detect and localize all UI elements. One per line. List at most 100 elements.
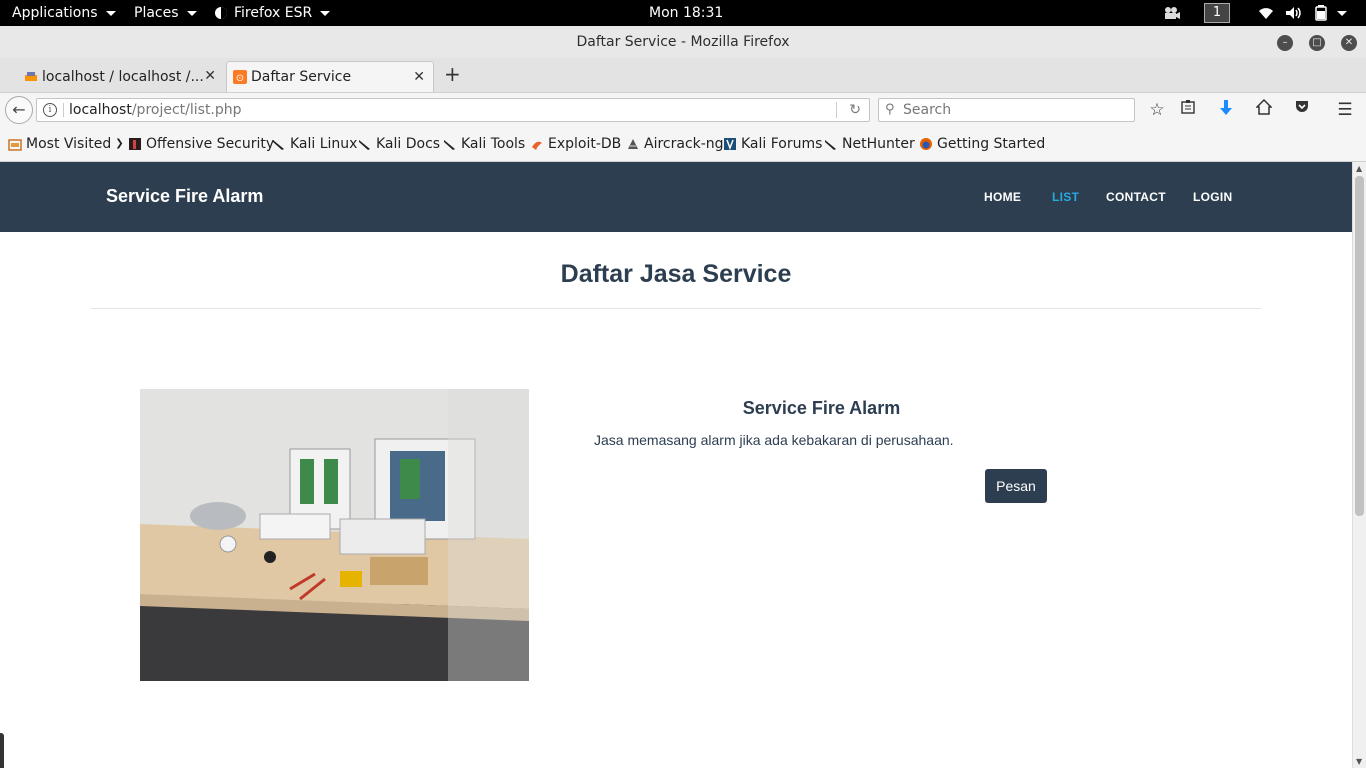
nav-contact[interactable]: CONTACT — [1106, 190, 1166, 204]
service-description: Jasa memasang alarm jika ada kebakaran d… — [594, 432, 954, 448]
workspace-indicator[interactable]: 1 — [1204, 3, 1230, 23]
scrollbar-thumb[interactable] — [1355, 176, 1364, 516]
bookmark-kali-docs[interactable]: Kali Docs — [358, 135, 440, 153]
clock-label: Mon 18:31 — [649, 5, 724, 21]
bookmark-label: Offensive Security — [146, 136, 275, 152]
bookmark-label: Kali Docs — [376, 136, 441, 152]
nav-login[interactable]: LOGIN — [1193, 190, 1233, 204]
pesan-button[interactable]: Pesan — [985, 469, 1047, 503]
chevron-down-icon — [105, 10, 116, 16]
kali-dragon-icon — [825, 140, 836, 150]
close-tab-icon[interactable]: ✕ — [204, 68, 216, 84]
firefox-icon — [920, 138, 932, 150]
window-title-bar: Daftar Service - Mozilla Firefox – □ ✕ — [0, 26, 1366, 58]
tab-daftar-service[interactable]: ⊙ Daftar Service ✕ — [226, 61, 434, 92]
tab-label: localhost / localhost /... — [42, 68, 204, 85]
offsec-icon — [129, 138, 141, 150]
hamburger-menu-icon[interactable]: ☰ — [1334, 99, 1356, 121]
bookmark-kali-forums[interactable]: Kali Forums — [723, 135, 822, 153]
bookmark-label: Kali Linux — [290, 136, 358, 152]
tab-strip: localhost / localhost /... ✕ ⊙ Daftar Se… — [0, 58, 1366, 92]
bookmark-getting-started[interactable]: Getting Started — [919, 135, 1045, 153]
url-path: /project/list.php — [131, 102, 242, 118]
kali-dragon-icon — [359, 140, 370, 150]
wifi-icon[interactable] — [1258, 0, 1274, 26]
scroll-up-icon[interactable]: ▲ — [1356, 164, 1362, 173]
minimize-icon[interactable]: – — [1277, 35, 1293, 51]
url-bar[interactable]: i localhost/project/list.php ↻ — [36, 98, 870, 122]
firefox-icon — [215, 7, 227, 19]
service-photo — [140, 389, 529, 681]
close-tab-icon[interactable]: ✕ — [413, 69, 425, 85]
new-tab-icon[interactable]: + — [444, 63, 461, 85]
site-navbar: Service Fire Alarm HOME LIST CONTACT LOG… — [0, 162, 1352, 232]
search-input[interactable]: ⚲ Search — [878, 98, 1135, 122]
info-icon[interactable]: i — [43, 103, 57, 117]
download-icon[interactable] — [1215, 99, 1237, 121]
page-title: Daftar Jasa Service — [560, 260, 792, 288]
vertical-scrollbar[interactable]: ▲ ▼ — [1352, 162, 1366, 768]
url-divider — [836, 102, 837, 118]
divider — [91, 308, 1261, 309]
chevron-down-icon: ❯ — [115, 138, 124, 149]
firefox-app-menu[interactable]: Firefox ESR — [214, 0, 331, 26]
xampp-icon: ⊙ — [233, 70, 247, 84]
pocket-icon[interactable] — [1291, 99, 1313, 121]
svg-text:⊙: ⊙ — [236, 73, 244, 84]
home-icon[interactable] — [1253, 98, 1275, 121]
applications-label: Applications — [12, 5, 98, 21]
places-label: Places — [134, 5, 179, 21]
back-arrow-icon[interactable]: ← — [5, 96, 33, 124]
bookmark-kali-linux[interactable]: Kali Linux — [272, 135, 357, 153]
navigation-toolbar: ← i localhost/project/list.php ↻ ⚲ Searc… — [0, 92, 1366, 126]
url-host: localhost — [69, 102, 132, 118]
tab-label: Daftar Service — [251, 69, 352, 85]
page-corner-widget — [0, 733, 4, 768]
bookmark-label: Kali Tools — [461, 136, 526, 152]
bookmark-label: Exploit-DB — [548, 136, 622, 152]
battery-icon[interactable] — [1313, 0, 1347, 26]
bookmark-kali-tools[interactable]: Kali Tools — [443, 135, 525, 153]
firefox-app-label: Firefox ESR — [234, 5, 313, 21]
bookmark-nethunter[interactable]: NetHunter — [824, 135, 915, 153]
bookmark-label: NetHunter — [842, 136, 915, 152]
url-divider — [63, 103, 64, 117]
system-top-bar: Applications Places Firefox ESR Mon 18:3… — [0, 0, 1366, 26]
tab-phpmyadmin[interactable]: localhost / localhost /... ✕ — [18, 61, 224, 92]
kali-forums-icon — [724, 138, 736, 151]
search-icon: ⚲ — [885, 102, 895, 117]
phpmyadmin-icon — [25, 72, 37, 81]
kali-dragon-icon — [444, 140, 455, 150]
bookmark-star-icon[interactable]: ☆ — [1146, 99, 1168, 121]
bookmark-most-visited[interactable]: Most Visited ❯ — [8, 135, 124, 153]
bookmark-aircrack-ng[interactable]: Aircrack-ng — [626, 135, 724, 153]
scroll-down-icon[interactable]: ▼ — [1356, 757, 1362, 766]
search-placeholder: Search — [903, 102, 952, 118]
bookmark-label: Getting Started — [937, 136, 1046, 152]
page-viewport: Service Fire Alarm HOME LIST CONTACT LOG… — [0, 162, 1352, 768]
aircrack-icon — [628, 139, 638, 149]
bookmark-label: Most Visited — [26, 136, 112, 152]
bookmark-offensive-security[interactable]: Offensive Security — [128, 135, 274, 153]
chevron-down-icon — [186, 10, 197, 16]
places-menu[interactable]: Places — [134, 0, 197, 26]
bookmarks-toolbar: Most Visited ❯ Offensive Security Kali L… — [0, 126, 1366, 162]
volume-icon[interactable] — [1285, 0, 1303, 26]
chevron-down-icon — [320, 10, 331, 16]
bookmark-exploit-db[interactable]: Exploit-DB — [530, 135, 621, 153]
bookmark-label: Kali Forums — [741, 136, 823, 152]
maximize-icon[interactable]: □ — [1309, 35, 1325, 51]
kali-dragon-icon — [273, 140, 284, 150]
close-window-icon[interactable]: ✕ — [1341, 35, 1357, 51]
chevron-down-icon — [1337, 10, 1347, 16]
folder-icon — [8, 139, 22, 151]
nav-home[interactable]: HOME — [984, 190, 1021, 204]
video-camera-icon[interactable] — [1163, 0, 1181, 26]
exploit-db-icon — [532, 141, 542, 150]
nav-list[interactable]: LIST — [1052, 190, 1079, 204]
clock[interactable]: Mon 18:31 — [649, 0, 723, 26]
reload-icon[interactable]: ↻ — [849, 99, 861, 121]
applications-menu[interactable]: Applications — [12, 0, 116, 26]
reading-list-icon[interactable] — [1177, 99, 1199, 121]
site-brand[interactable]: Service Fire Alarm — [106, 186, 263, 207]
